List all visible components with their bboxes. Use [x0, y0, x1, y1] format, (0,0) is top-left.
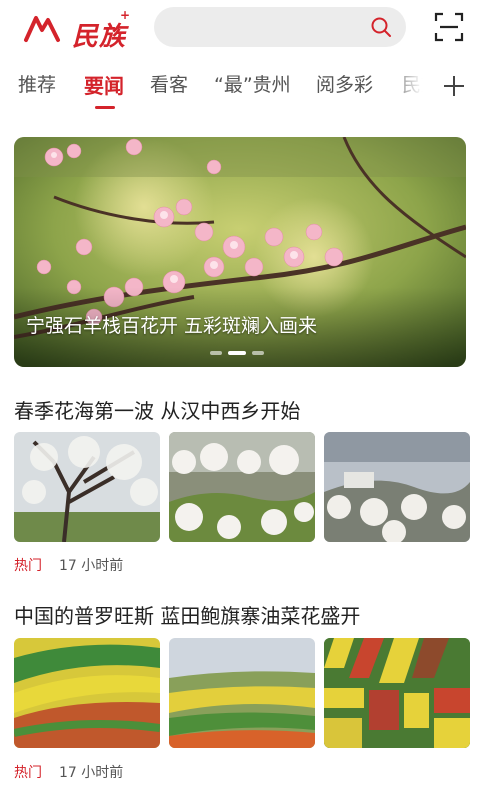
logo-text: 民族 — [72, 22, 127, 52]
app-header: 民族 + — [0, 0, 480, 58]
article-meta: 热门 17 小时前 — [14, 762, 123, 782]
white-blossom-valley-photo — [169, 432, 315, 542]
terraced-fields-photo — [169, 638, 315, 748]
hot-tag: 热门 — [14, 558, 42, 574]
article-thumbnail[interactable] — [14, 638, 160, 748]
article-thumbnail[interactable] — [324, 432, 470, 542]
article-thumbnail[interactable] — [169, 432, 315, 542]
active-tab-indicator — [95, 106, 115, 109]
publish-time: 17 小时前 — [59, 765, 124, 781]
search-icon[interactable] — [370, 16, 392, 38]
search-bar[interactable] — [154, 7, 406, 47]
rapeseed-fields-photo — [14, 638, 160, 748]
tab-yueduocai[interactable]: 阅多彩 — [316, 70, 373, 97]
blossom-village-photo — [324, 432, 470, 542]
plus-icon — [444, 76, 464, 96]
blossom-tree-photo — [14, 432, 160, 542]
tab-recommend[interactable]: 推荐 — [18, 70, 56, 97]
tab-headlines[interactable]: 要闻 — [84, 70, 124, 99]
article-title[interactable]: 中国的普罗旺斯 蓝田鲍旗寨油菜花盛开 — [14, 600, 360, 629]
tab-fade — [386, 60, 438, 112]
article-thumbnail[interactable] — [169, 638, 315, 748]
tab-kanke[interactable]: 看客 — [150, 70, 188, 97]
pagination-dot[interactable] — [210, 351, 222, 355]
publish-time: 17 小时前 — [59, 558, 124, 574]
add-channel-button[interactable] — [436, 68, 472, 104]
article-title[interactable]: 春季花海第一波 从汉中西乡开始 — [14, 395, 300, 424]
article-meta: 热门 17 小时前 — [14, 555, 123, 575]
scan-icon[interactable] — [434, 12, 464, 42]
logo-plus: + — [120, 8, 131, 22]
banner-caption[interactable]: 宁强石羊栈百花开 五彩斑斓入画来 — [26, 311, 317, 338]
tab-zui-guizhou[interactable]: “最”贵州 — [214, 70, 291, 97]
article-thumbnail[interactable] — [324, 638, 470, 748]
article-thumbnail[interactable] — [14, 432, 160, 542]
hot-tag: 热门 — [14, 765, 42, 781]
aerial-fields-photo — [324, 638, 470, 748]
featured-banner[interactable]: 宁强石羊栈百花开 五彩斑斓入画来 — [14, 137, 466, 367]
pagination-dot-active[interactable] — [228, 351, 246, 355]
app-logo[interactable]: 民族 + — [22, 8, 134, 52]
channel-tabs: 推荐 要闻 看客 “最”贵州 阅多彩 民族 — [0, 60, 480, 112]
pagination-dot[interactable] — [252, 351, 264, 355]
